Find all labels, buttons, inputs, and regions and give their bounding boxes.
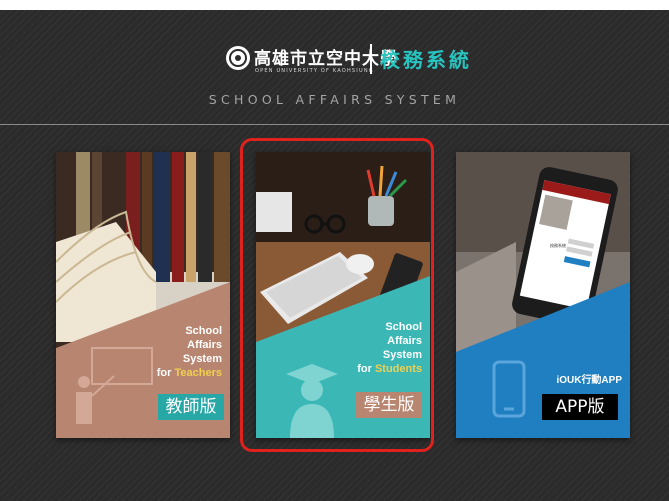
header-rule: [0, 124, 669, 125]
teacher-version-button[interactable]: 教師版: [158, 394, 224, 420]
university-subtitle: OPEN UNIVERSITY OF KAOHSIUNG: [255, 68, 374, 74]
header-divider: [370, 44, 372, 74]
page-header: 高雄市立空中大學 OPEN UNIVERSITY OF KAOHSIUNG 校務…: [0, 0, 669, 124]
teacher-card-for: for: [156, 367, 172, 379]
system-subtitle: SCHOOL AFFAIRS SYSTEM: [208, 92, 461, 107]
app-card-text: iOUK行動APP: [556, 374, 622, 388]
app-phone-screen-title: 校務系統: [550, 243, 566, 248]
app-card-line1: iOUK行動APP: [556, 375, 622, 386]
teacher-card-line3: System: [182, 353, 222, 365]
university-name: 高雄市立空中大學: [254, 49, 398, 69]
system-title: 校務系統: [380, 48, 472, 72]
university-logo-icon: [226, 46, 250, 70]
teacher-card-line1: School: [185, 325, 222, 337]
app-card[interactable]: 校務系統 iOUK行動APP APP版: [456, 152, 630, 438]
teacher-card-line2: Affairs: [187, 339, 222, 351]
teacher-card-text: School Affairs System for Teachers: [157, 324, 222, 380]
app-version-button[interactable]: APP版: [542, 394, 618, 420]
teacher-card-audience-line: for Teachers: [157, 366, 222, 380]
selected-card-highlight: [240, 138, 434, 452]
teacher-card[interactable]: School Affairs System for Teachers 教師版: [56, 152, 230, 438]
teacher-card-audience: Teachers: [174, 367, 223, 379]
